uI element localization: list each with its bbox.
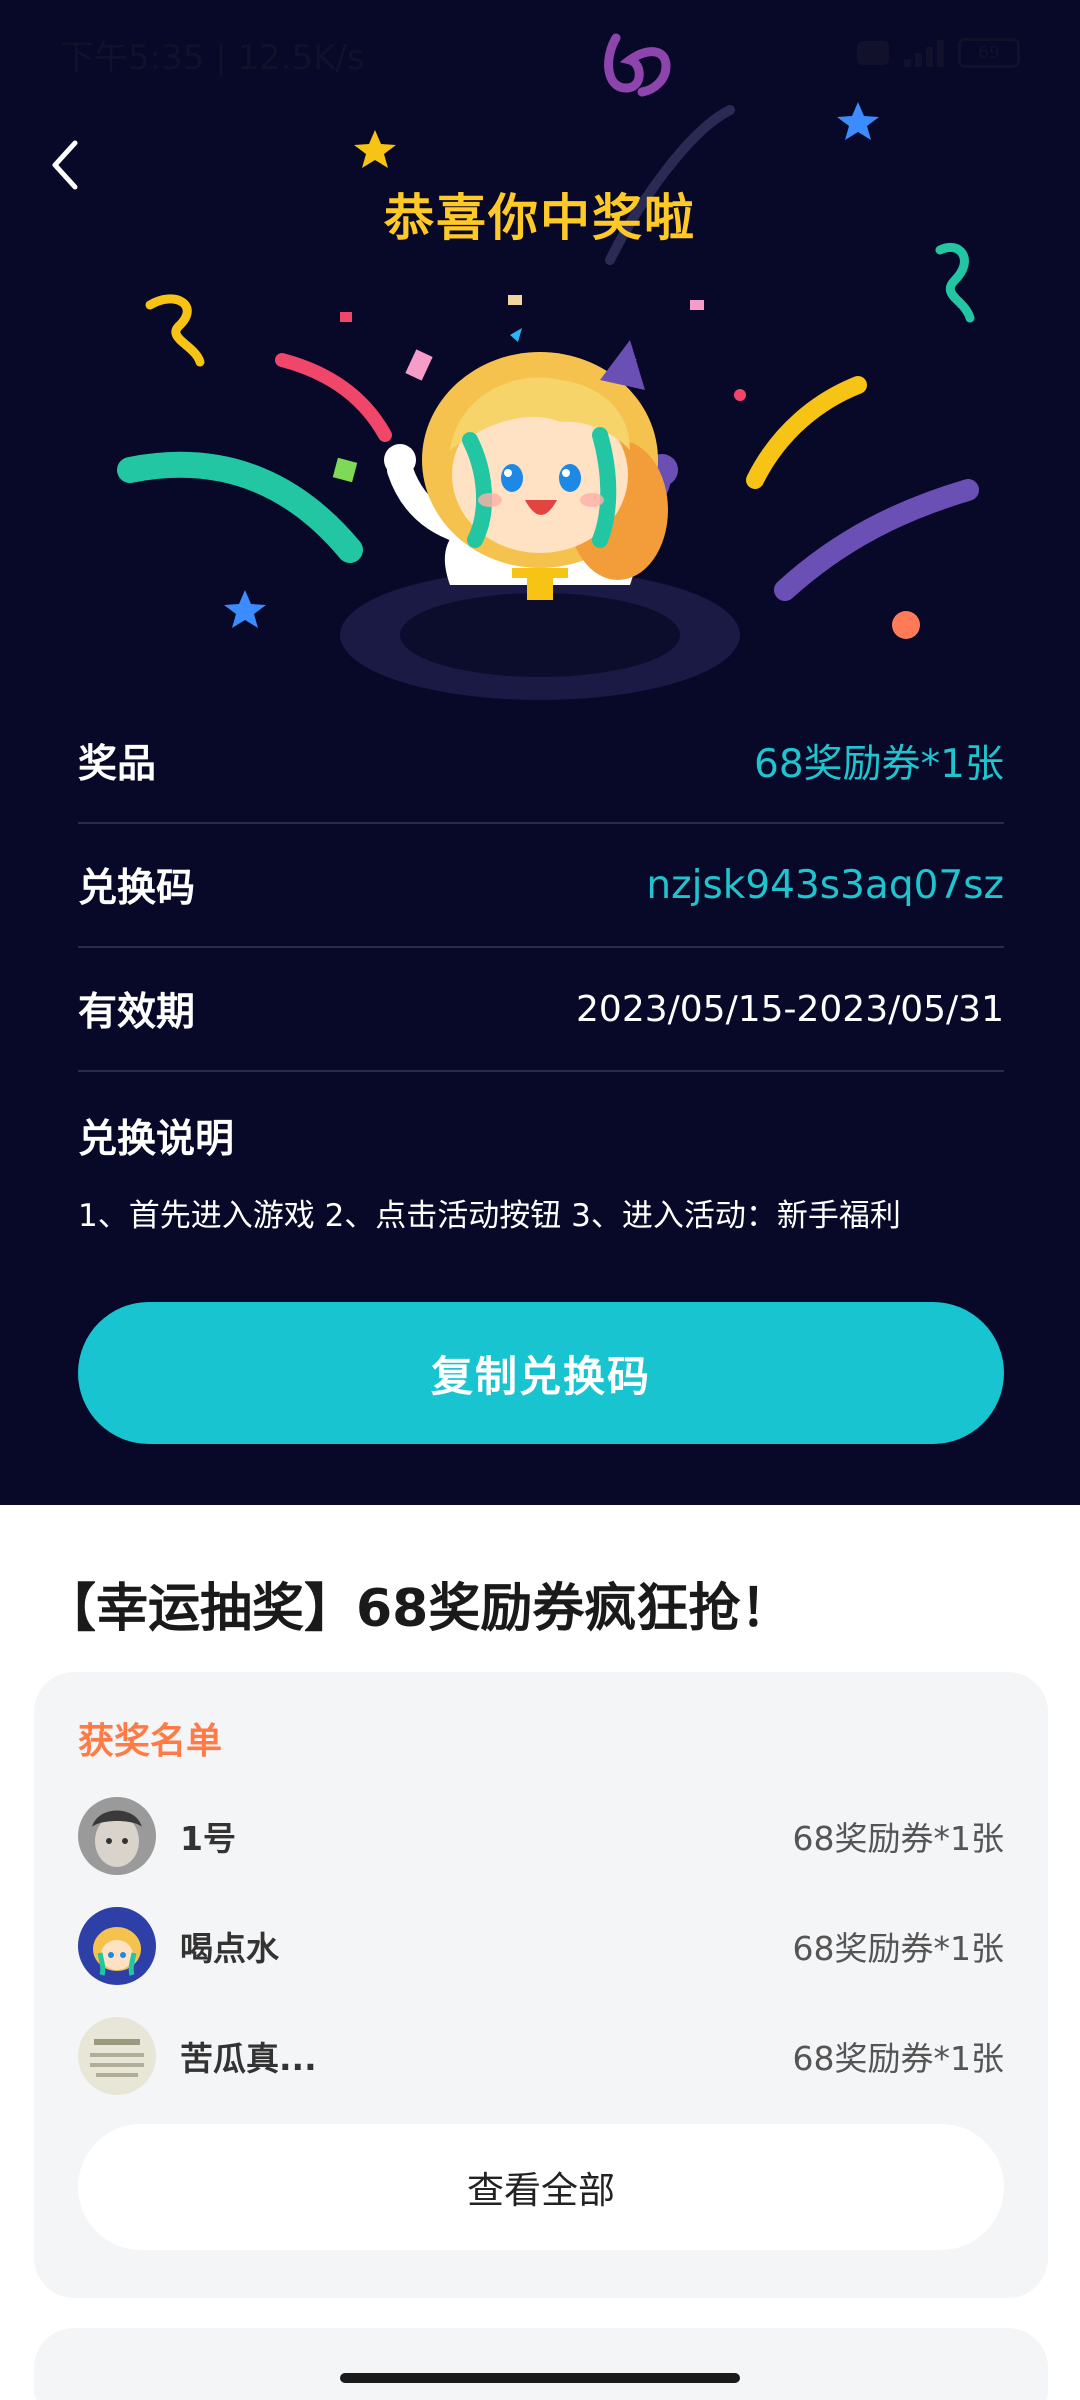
prize-row: 奖品 68奖励券*1张 (78, 700, 1004, 824)
prize-value: 68奖励券*1张 (754, 742, 1004, 787)
winner-name: 苦瓜真... (180, 2039, 317, 2078)
validity-label: 有效期 (78, 990, 196, 1035)
home-indicator[interactable] (340, 2373, 740, 2383)
winners-title: 获奖名单 (78, 1721, 223, 1762)
status-icons: 69 (856, 38, 1020, 68)
avatar (78, 1797, 156, 1875)
event-title: 【幸运抽奖】68奖励券疯狂抢！ (44, 1579, 793, 1639)
battery-icon: 69 (958, 38, 1020, 68)
status-time: 下午5:35 | 12.5K/s (60, 38, 365, 78)
winners-card: 获奖名单 1号 68奖励券*1张 喝点水 68奖励券*1张 苦瓜真... 68奖… (34, 1672, 1048, 2298)
view-all-button[interactable]: 查看全部 (78, 2124, 1004, 2250)
avatar (78, 1907, 156, 1985)
page-title: 恭喜你中奖啦 (384, 189, 696, 247)
code-label: 兑换码 (78, 866, 196, 911)
hero-section: 下午5:35 | 12.5K/s 69 恭喜你中奖啦 奖品 68奖励券*1张 兑… (0, 0, 1080, 1505)
winner-row: 1号 68奖励券*1张 (78, 1796, 1004, 1876)
winner-name: 1号 (180, 1819, 236, 1858)
copy-code-button[interactable]: 复制兑换码 (78, 1302, 1004, 1444)
code-row: 兑换码 nzjsk943s3aq07sz (78, 824, 1004, 948)
instructions-text: 1、首先进入游戏 2、点击活动按钮 3、进入活动：新手福利 (78, 1198, 901, 1234)
avatar (78, 2017, 156, 2095)
winner-prize: 68奖励券*1张 (792, 1819, 1005, 1858)
hd-icon (857, 41, 889, 65)
winner-prize: 68奖励券*1张 (792, 1929, 1005, 1968)
signal-icon (904, 39, 944, 67)
winner-row: 喝点水 68奖励券*1张 (78, 1906, 1004, 1986)
code-value[interactable]: nzjsk943s3aq07sz (646, 863, 1004, 908)
validity-row: 有效期 2023/05/15-2023/05/31 (78, 948, 1004, 1072)
winner-prize: 68奖励券*1张 (792, 2039, 1005, 2078)
instructions-title: 兑换说明 (78, 1117, 235, 1162)
validity-value: 2023/05/15-2023/05/31 (576, 988, 1004, 1030)
next-card (34, 2328, 1048, 2400)
winner-row: 苦瓜真... 68奖励券*1张 (78, 2016, 1004, 2096)
winner-name: 喝点水 (180, 1929, 279, 1968)
prize-label: 奖品 (78, 742, 157, 787)
battery-level: 69 (978, 43, 1000, 63)
